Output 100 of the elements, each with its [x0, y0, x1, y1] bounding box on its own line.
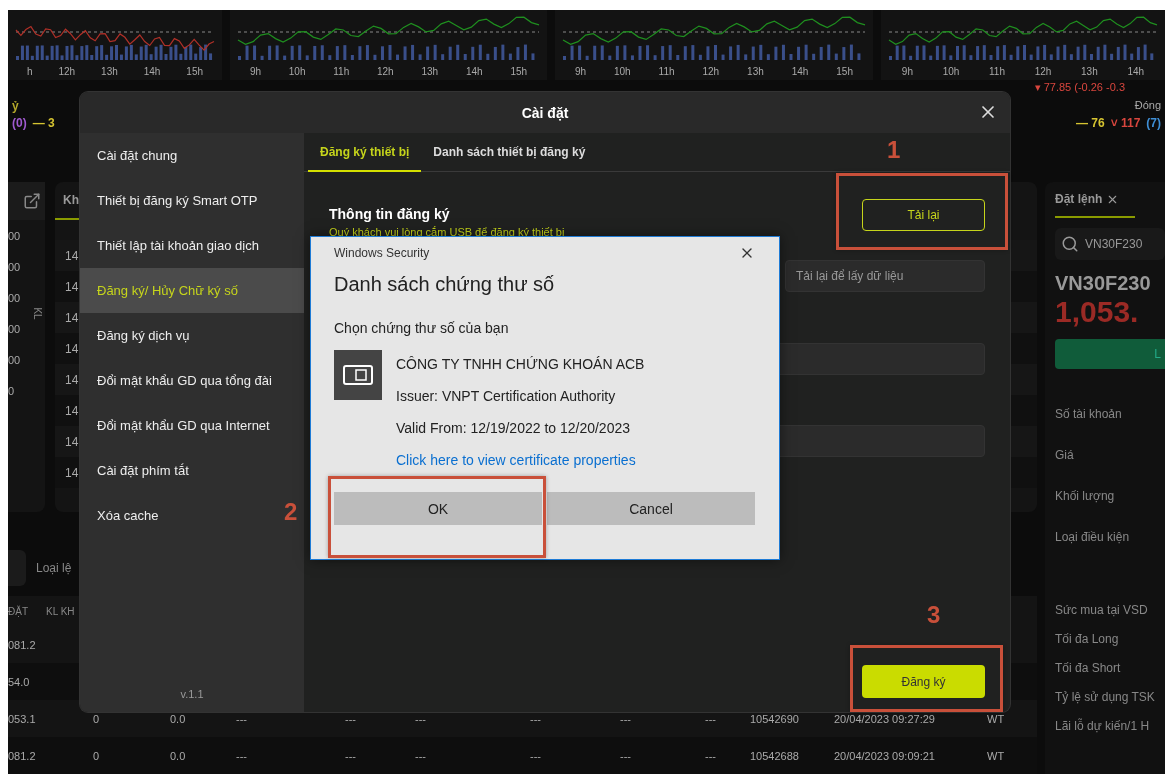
- volume-bar: [915, 45, 919, 60]
- volume-value: 00: [8, 228, 21, 244]
- certificate-subject: CÔNG TY TNHH CHỨNG KHOÁN ACB: [396, 355, 645, 374]
- volume-bar: [486, 53, 490, 60]
- market-status: Đóng: [1134, 99, 1161, 112]
- external-link-icon[interactable]: [23, 192, 41, 210]
- certificate-link[interactable]: Click here to view certificate properties: [396, 451, 645, 470]
- menu-item[interactable]: Thiết lập tài khoản giao dịch: [80, 223, 267, 268]
- certificate-icon: [334, 350, 382, 400]
- time-label: 11h: [333, 66, 350, 79]
- volume-bar: [456, 44, 460, 60]
- summary-label: Tối đa Short: [1055, 659, 1122, 677]
- volume-bar: [275, 45, 279, 60]
- volume-bar: [523, 44, 527, 60]
- table-cell-text: ---: [620, 749, 632, 762]
- volume-bar: [563, 56, 566, 60]
- tab[interactable]: Danh sách thiết bị đăng ký: [421, 133, 598, 172]
- time-label: 14h: [791, 66, 809, 79]
- menu-item[interactable]: Cài đặt phím tắt: [80, 448, 197, 493]
- volume-bar: [1116, 46, 1120, 60]
- reload-button[interactable]: Tải lại: [862, 199, 985, 231]
- volume-bar: [646, 45, 650, 60]
- table-cell-text: 081.2: [8, 749, 37, 762]
- symbol-title: VN30F230: [1055, 272, 1152, 295]
- volume-bar: [1036, 46, 1040, 60]
- volume-bar: [729, 46, 733, 60]
- menu-item[interactable]: Đăng ký/ Hủy Chữ ký số: [80, 268, 304, 313]
- volume-bar: [630, 55, 634, 60]
- time-label: 13h: [747, 66, 764, 79]
- menu-item[interactable]: Xóa cache: [80, 493, 167, 538]
- volume-bar: [691, 45, 695, 60]
- table-cell-text: 053.1: [8, 712, 37, 725]
- table-cell-text: ---: [530, 749, 542, 762]
- breadth-count: (7): [1146, 116, 1161, 130]
- annotation-number: 3: [927, 601, 941, 629]
- table-cell-text: ---: [705, 712, 717, 725]
- tab[interactable]: Đăng ký thiết bị: [308, 133, 422, 172]
- table-cell-text: 081.2: [8, 638, 37, 651]
- volume-bar: [889, 56, 892, 60]
- volume-bar: [849, 44, 853, 60]
- time-label: 10h: [288, 66, 306, 79]
- volume-bar: [305, 55, 309, 60]
- panel-tab[interactable]: Đặt lệnh: [1055, 182, 1135, 218]
- volume-bar: [744, 54, 748, 60]
- table-cell-text: 20/04/2023 09:09:21: [834, 749, 936, 762]
- volume-bar: [989, 55, 993, 60]
- volume-bar: [350, 55, 354, 60]
- column-header: KL KH: [46, 605, 76, 617]
- volume-bar: [471, 46, 475, 60]
- table-cell-text: 20/04/2023 09:27:29: [834, 712, 936, 725]
- volume-bar: [1076, 46, 1080, 60]
- volume-bar: [804, 44, 808, 60]
- field-label: Khối lượng: [1055, 487, 1116, 505]
- summary-label: Tối đa Long: [1055, 630, 1120, 648]
- volume-bar: [238, 56, 241, 60]
- volume-bar: [1130, 53, 1134, 60]
- volume-bar: [942, 45, 946, 60]
- ok-button[interactable]: OK: [334, 492, 542, 525]
- axis-label: KL: [31, 306, 43, 320]
- volume-bar: [751, 46, 755, 60]
- volume-bar: [929, 55, 933, 60]
- time-label: 15h: [836, 66, 853, 79]
- volume-bar: [842, 47, 846, 60]
- certificate-validity: Valid From: 12/19/2022 to 12/20/2023: [396, 419, 631, 438]
- volume-bar: [1049, 54, 1053, 60]
- register-button[interactable]: Đăng ký: [862, 665, 985, 698]
- volume-bar: [721, 54, 725, 60]
- volume-bar: [1136, 47, 1140, 60]
- volume-bar: [426, 46, 430, 60]
- search-field[interactable]: VN30F230: [1055, 228, 1165, 260]
- filter-field[interactable]: [8, 550, 26, 586]
- table-cell-text: 0.0: [170, 712, 187, 725]
- volume-bar: [812, 53, 816, 60]
- volume-bar: [1150, 53, 1154, 60]
- breadth-count: ˅ 117: [1110, 116, 1141, 130]
- summary-label: Tỷ lệ sử dụng TSK: [1055, 688, 1156, 706]
- volume-bar: [827, 44, 831, 60]
- volume-bar: [600, 45, 604, 60]
- menu-item[interactable]: Đổi mật khẩu GD qua Internet: [80, 403, 278, 448]
- cancel-button[interactable]: Cancel: [547, 492, 755, 525]
- volume-bar: [298, 45, 302, 60]
- input-field[interactable]: Tải lại để lấy dữ liệu: [785, 260, 985, 292]
- dialog-title: Danh sách chứng thư số: [334, 273, 556, 296]
- volume-bar: [283, 55, 287, 60]
- section-title: Thông tin đăng ký: [329, 206, 451, 222]
- volume-bar: [335, 46, 339, 60]
- menu-item[interactable]: Cài đặt chung: [80, 133, 186, 178]
- volume-bar: [1009, 54, 1013, 60]
- menu-item[interactable]: Đổi mật khẩu GD qua tổng đài: [80, 358, 280, 403]
- volume-bar: [909, 55, 913, 60]
- menu-item[interactable]: Đăng ký dịch vụ: [80, 313, 198, 358]
- table-cell-text: 0.0: [170, 749, 187, 762]
- volume-bar: [638, 45, 642, 60]
- volume-bar: [1123, 44, 1127, 60]
- volume-bar: [1143, 44, 1147, 60]
- field-label: Số tài khoản: [1055, 405, 1123, 423]
- table-cell-text: WT: [987, 749, 1006, 762]
- dialog-prompt: Chọn chứng thư số của bạn: [334, 320, 510, 336]
- volume-bar: [1083, 44, 1087, 60]
- volume-bar: [982, 45, 986, 60]
